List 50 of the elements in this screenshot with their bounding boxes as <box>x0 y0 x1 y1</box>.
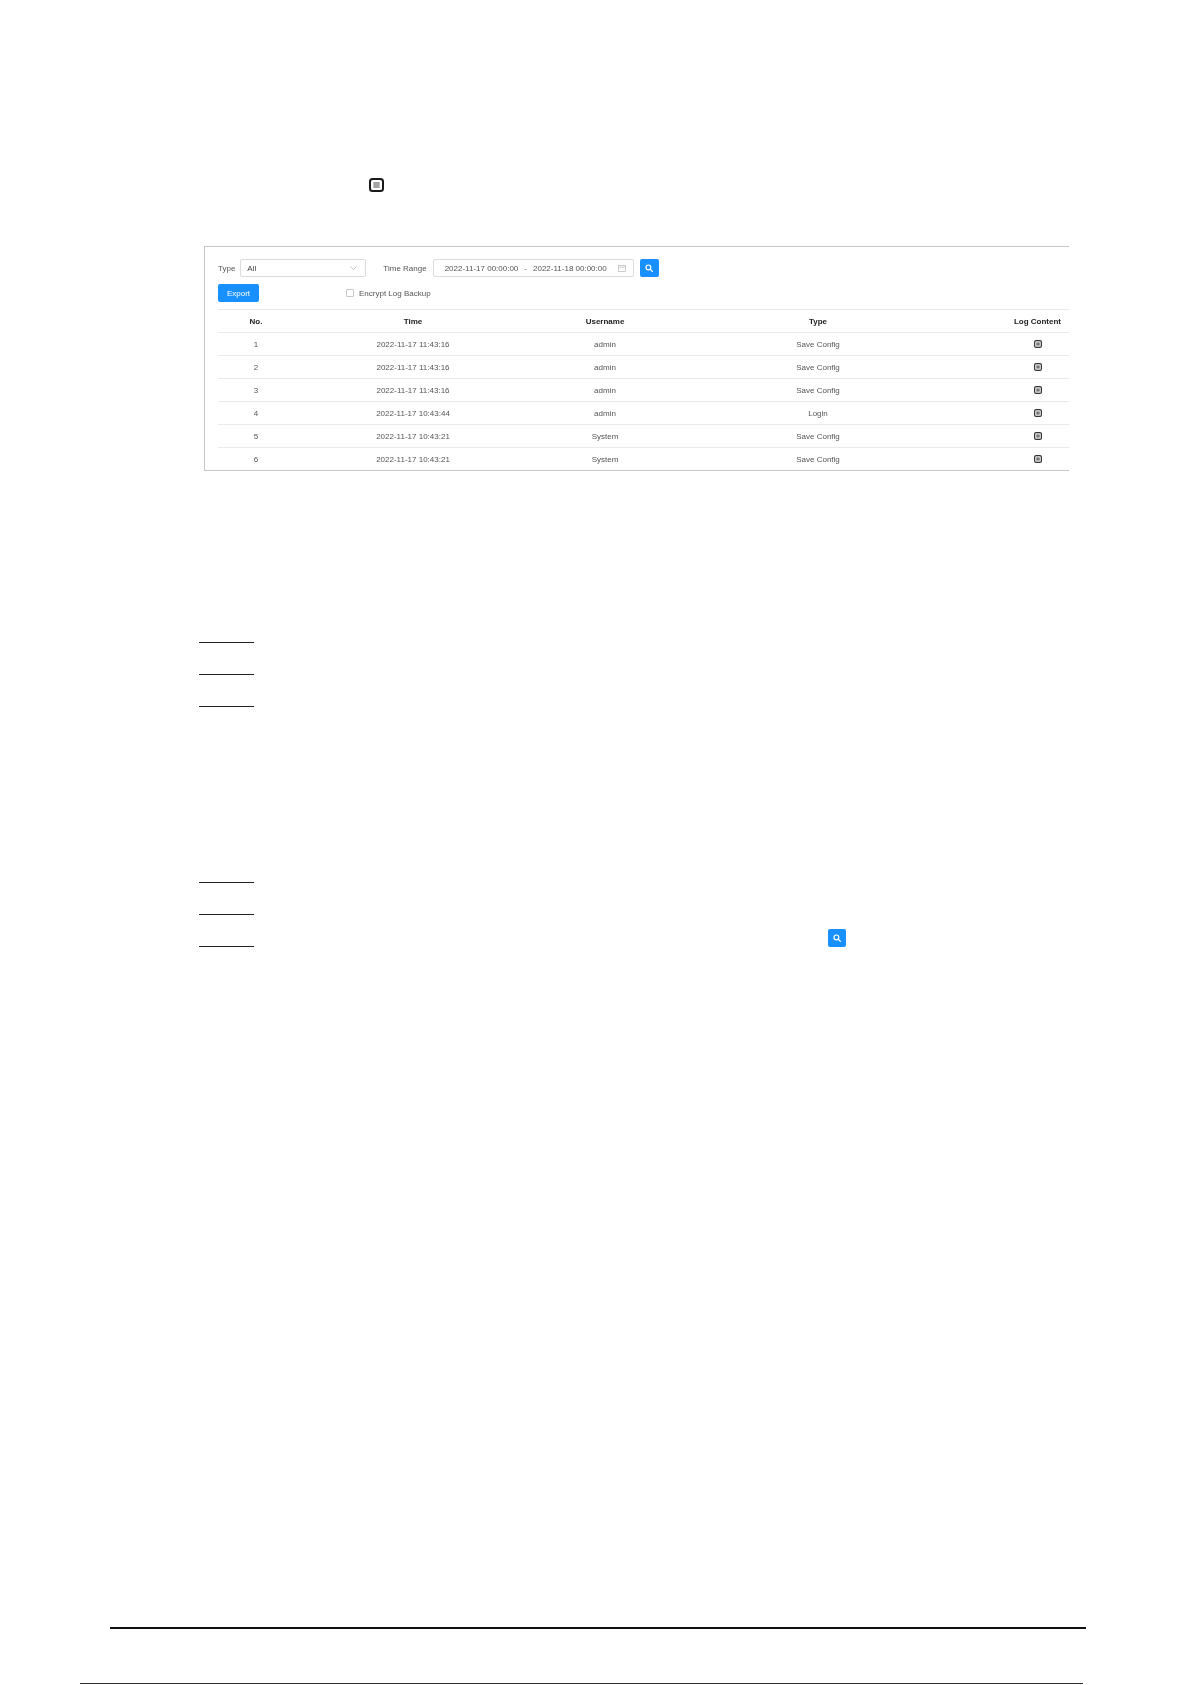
encrypt-log-backup-label: Encrypt Log Backup <box>359 288 431 298</box>
search-button[interactable] <box>639 259 659 277</box>
table-cell-text: 2022-11-17 11:43:16 <box>375 338 451 351</box>
table-cell-text: 5 <box>252 430 260 443</box>
encrypt-checkbox[interactable] <box>346 289 354 297</box>
table-cell-text: 1 <box>252 338 260 351</box>
type-select[interactable]: All <box>240 259 367 277</box>
table-cell-text: 2022-11-17 11:43:16 <box>375 361 451 374</box>
table-cell-text: admin <box>593 407 617 420</box>
column-header: No. <box>248 315 264 328</box>
table-cell-text: Save Config <box>795 384 841 397</box>
table-cell-text: 6 <box>252 453 260 466</box>
table-cell-text: Save Config <box>795 361 841 374</box>
table-cell-text: 2 <box>252 361 260 374</box>
table-cell-text: 2022-11-17 10:43:21 <box>375 453 451 466</box>
search-icon <box>645 264 654 272</box>
table-cell-text: admin <box>593 361 617 374</box>
document-icon <box>369 178 384 192</box>
document-icon[interactable] <box>1034 363 1042 371</box>
range-separator: - <box>524 263 527 273</box>
start-time-value: 2022-11-17 00:00:00 <box>444 263 519 273</box>
table-cell-text: 4 <box>252 407 260 420</box>
table-cell-text: admin <box>593 384 617 397</box>
table-cell-text: Save Config <box>795 430 841 443</box>
time-range-label: Time Range <box>383 263 427 273</box>
table-cell-text: admin <box>593 338 617 351</box>
chevron-down-icon <box>350 266 358 270</box>
table-cell-text: Login <box>807 407 829 420</box>
time-range-field[interactable]: 2022-11-17 00:00:00 - 2022-11-18 00:00:00 <box>432 259 634 277</box>
table-cell-text: Save Config <box>795 338 841 351</box>
document-icon[interactable] <box>1034 409 1042 417</box>
table-cell-text: 2022-11-17 10:43:21 <box>375 430 451 443</box>
document-icon[interactable] <box>1034 386 1042 394</box>
document-icon[interactable] <box>1034 340 1042 348</box>
table-cell-text: System <box>590 430 620 443</box>
column-header: Username <box>584 315 626 328</box>
type-label: Type <box>218 263 236 273</box>
end-time-value: 2022-11-18 00:00:00 <box>533 263 607 273</box>
table-cell-text: System <box>590 453 620 466</box>
search-icon <box>828 929 846 947</box>
column-header: Time <box>402 315 424 328</box>
table-cell-text: Save Config <box>795 453 841 466</box>
column-header: Type <box>807 315 829 328</box>
table-cell-text: 3 <box>252 384 260 397</box>
table-cell-text: 2022-11-17 11:43:16 <box>375 384 451 397</box>
calendar-icon <box>617 264 626 272</box>
table-cell-text: 2022-11-17 10:43:44 <box>375 407 451 420</box>
column-header: Log Content <box>1012 315 1062 328</box>
document-icon[interactable] <box>1034 432 1042 440</box>
document-icon[interactable] <box>1034 455 1042 463</box>
